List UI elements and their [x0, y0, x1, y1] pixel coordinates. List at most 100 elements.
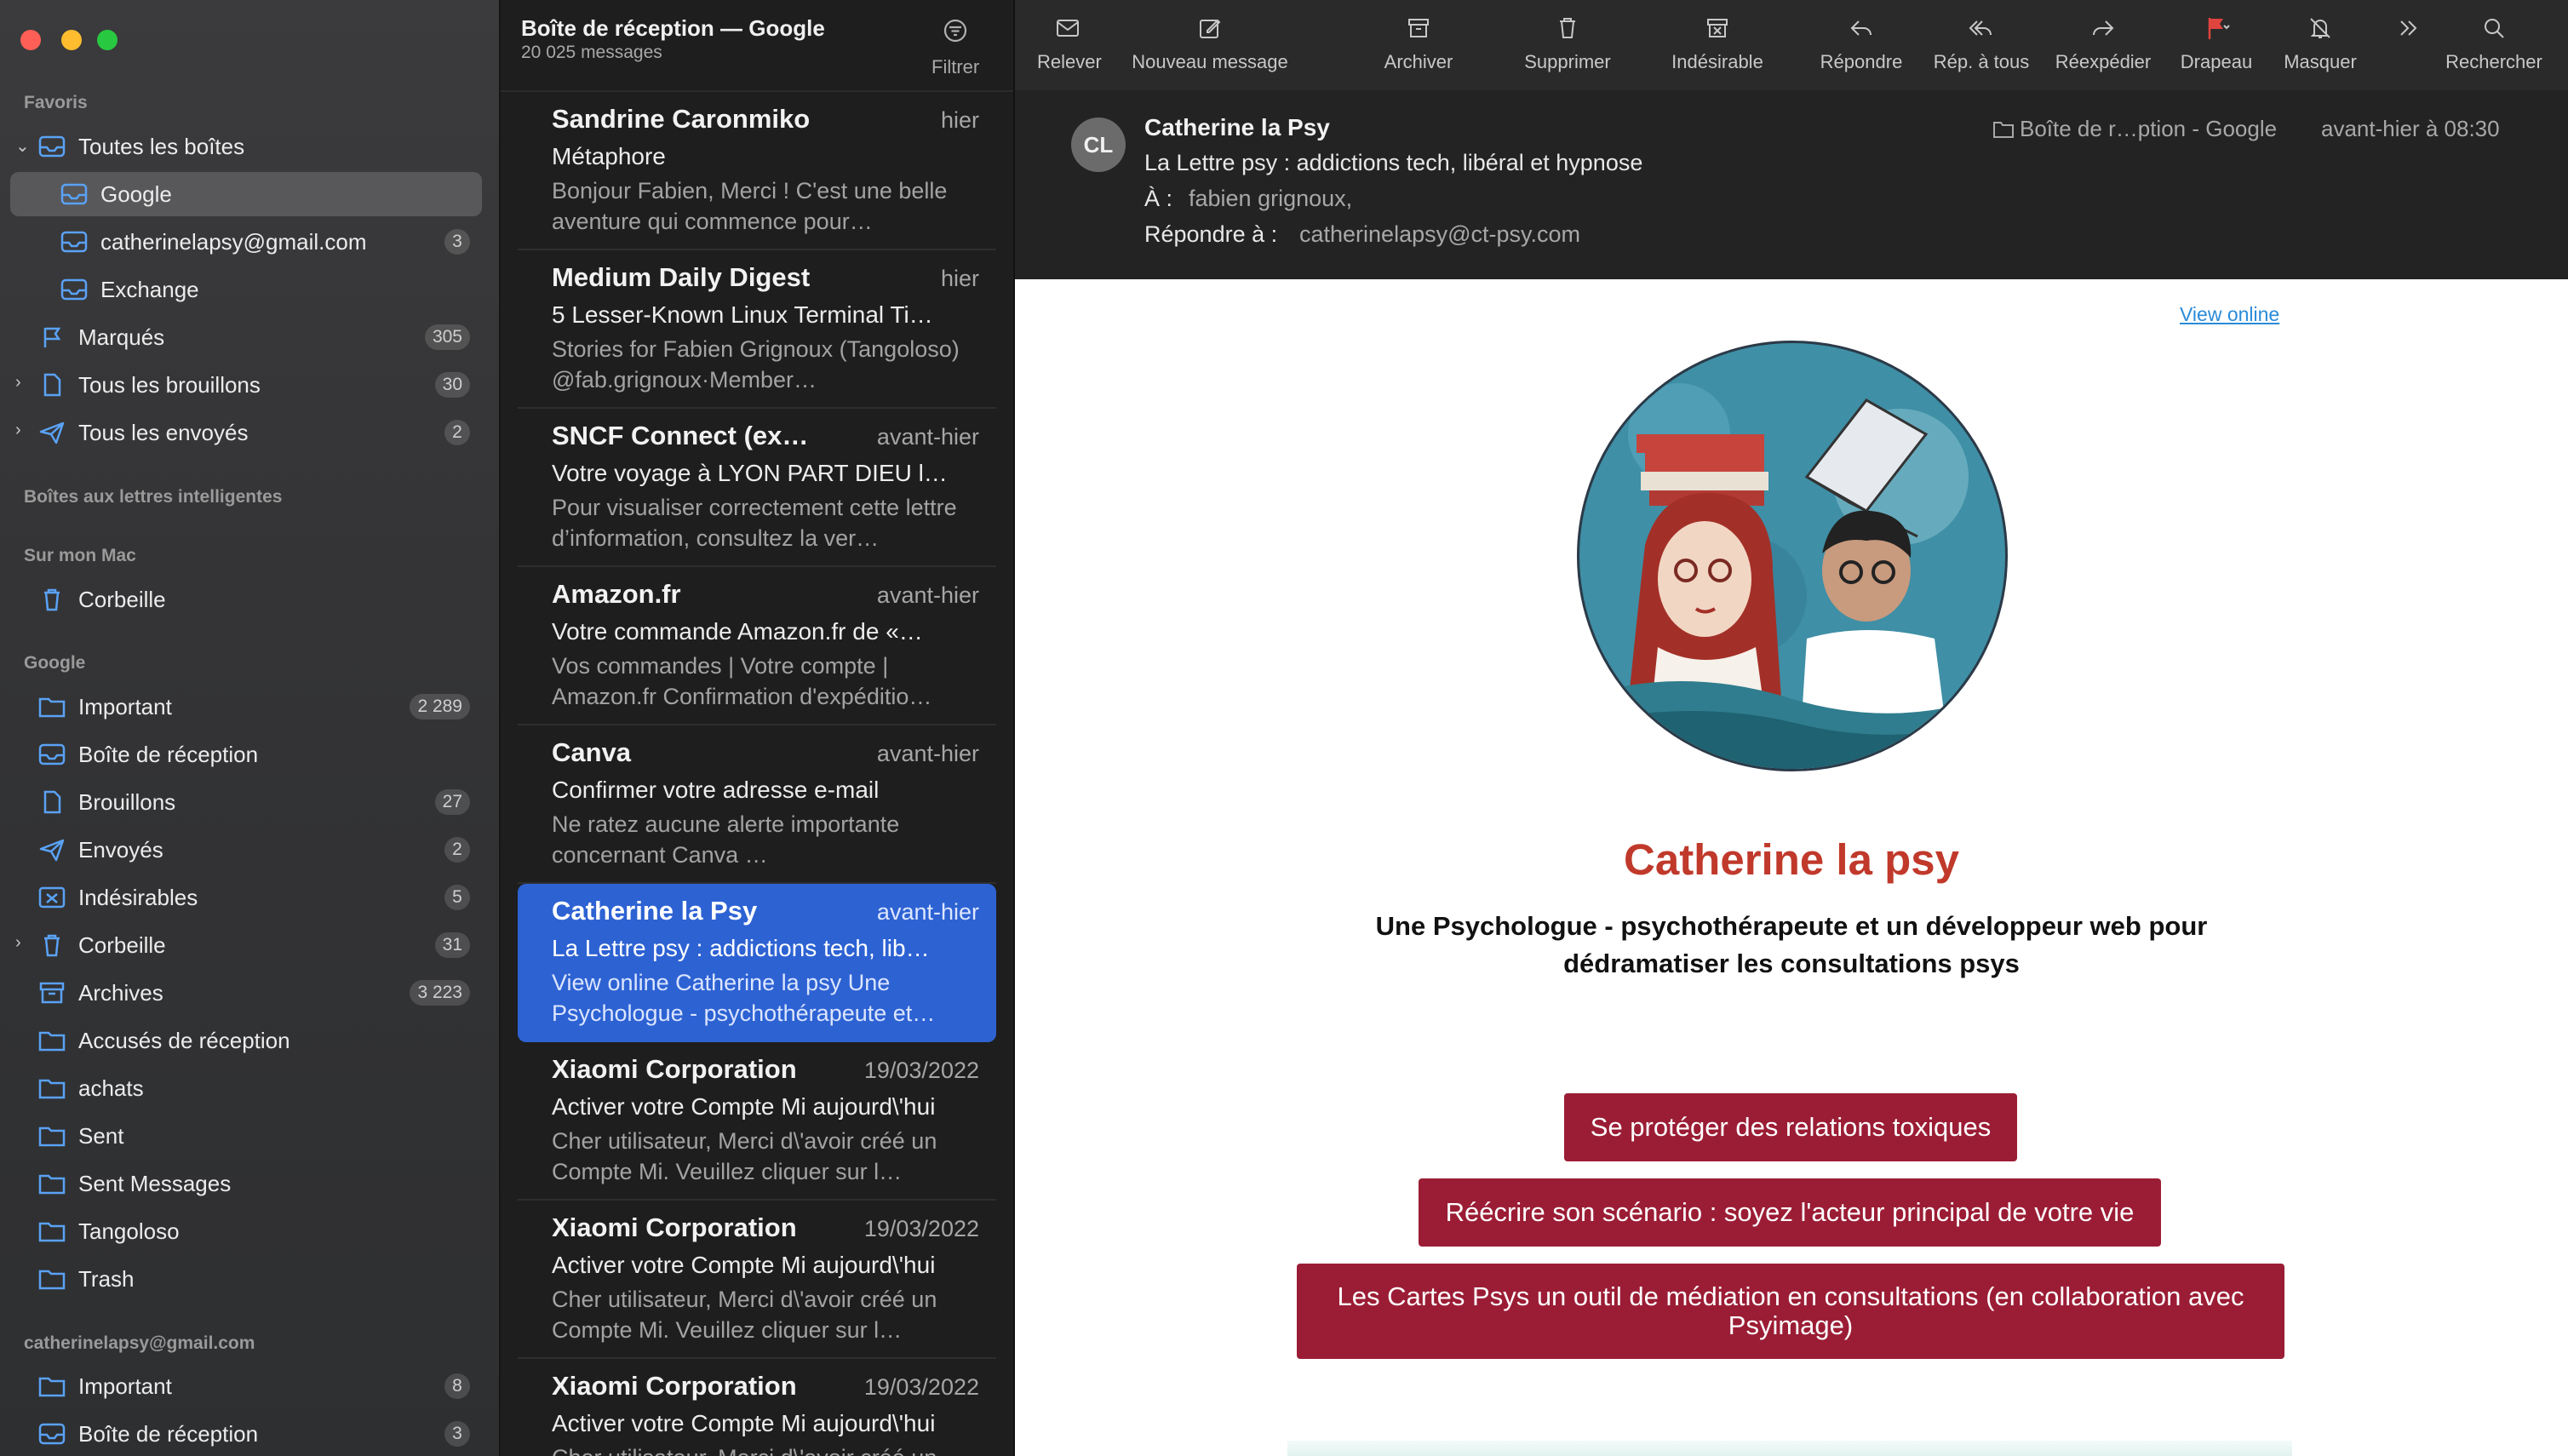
- paper-plane-icon: [37, 838, 66, 862]
- filter-icon[interactable]: [942, 17, 969, 44]
- message-row[interactable]: Medium Daily Digest hier 5 Lesser-Known …: [518, 250, 996, 409]
- sidebar-item-catherine-important[interactable]: Important 8: [10, 1364, 482, 1408]
- sidebar-item-label: Indésirables: [78, 884, 198, 910]
- filter-button[interactable]: Filtrer: [931, 56, 979, 78]
- sidebar-item-accuses[interactable]: Accusés de réception: [10, 1018, 482, 1063]
- mailbox-location[interactable]: Boîte de r…ption - Google: [2020, 116, 2277, 142]
- sidebar-item-flagged[interactable]: Marqués 305: [10, 315, 482, 359]
- minimize-window-button[interactable]: [61, 30, 82, 50]
- sidebar-item-label: Sent: [78, 1122, 124, 1149]
- reply-all-button[interactable]: Rép. à tous: [1924, 14, 2038, 73]
- forward-label: Réexpédier: [2055, 51, 2152, 72]
- sidebar-item-important[interactable]: Important 2 289: [10, 685, 482, 729]
- close-window-button[interactable]: [20, 30, 41, 50]
- sidebar-item-inbox[interactable]: Boîte de réception: [10, 732, 482, 777]
- sidebar-item-tangoloso[interactable]: Tangoloso: [10, 1209, 482, 1253]
- view-online-link[interactable]: View online: [2180, 303, 2279, 326]
- reply-all-icon: [1969, 20, 1992, 36]
- article-button-relations-toxiques[interactable]: Se protéger des relations toxiques: [1564, 1093, 2017, 1161]
- reply-button[interactable]: Répondre: [1810, 14, 1912, 73]
- message-sender: Xiaomi Corporation: [552, 1212, 797, 1242]
- junk-button[interactable]: Indésirable: [1662, 14, 1773, 73]
- sidebar-item-drafts[interactable]: Brouillons 27: [10, 780, 482, 824]
- delete-button[interactable]: Supprimer: [1512, 14, 1623, 73]
- sidebar-item-trash[interactable]: › Corbeille 31: [10, 923, 482, 967]
- search-button[interactable]: Rechercher: [2439, 14, 2549, 73]
- chevron-right-icon[interactable]: ›: [15, 934, 31, 951]
- get-mail-label: Relever: [1037, 51, 1102, 72]
- archive-label: Archiver: [1384, 51, 1453, 72]
- article-button-cartes-psys[interactable]: Les Cartes Psys un outil de médiation en…: [1297, 1264, 2284, 1359]
- message-preview: Cher utilisateur, Merci d\'avoir créé un…: [552, 1287, 937, 1343]
- message-preview: Ne ratez aucune alerte importante concer…: [552, 811, 900, 868]
- flag-button[interactable]: Drapeau: [2171, 14, 2261, 73]
- junk-icon: [1707, 19, 1728, 37]
- avatar: CL: [1071, 118, 1126, 172]
- trash-icon: [37, 588, 66, 611]
- sidebar-item-all-sent[interactable]: › Tous les envoyés 2: [10, 410, 482, 455]
- message-preview: Vos commandes | Votre compte | Amazon.fr…: [552, 653, 932, 709]
- folder-icon: [37, 1124, 66, 1148]
- message-preview: Cher utilisateur, Merci d\'avoir créé un…: [552, 1128, 937, 1184]
- maximize-window-button[interactable]: [97, 30, 118, 50]
- inbox-icon: [60, 230, 89, 254]
- message-row[interactable]: Canva avant-hier Confirmer votre adresse…: [518, 725, 996, 884]
- folder-icon: [1993, 122, 2014, 138]
- sidebar-item-catherine-inbox[interactable]: Boîte de réception 3: [10, 1412, 482, 1456]
- mailbox-title: Boîte de réception — Google: [521, 15, 825, 41]
- mute-button[interactable]: Masquer: [2273, 14, 2367, 73]
- message-preview: View online Catherine la psy Une Psychol…: [552, 970, 936, 1026]
- chevron-right-icon[interactable]: ›: [15, 374, 31, 391]
- more-toolbar-button[interactable]: [2387, 14, 2430, 51]
- message-row[interactable]: Amazon.fr avant-hier Votre commande Amaz…: [518, 567, 996, 725]
- message-preview: Bonjour Fabien, Merci ! C'est une belle …: [552, 178, 948, 234]
- sidebar-item-sent[interactable]: Envoyés 2: [10, 828, 482, 872]
- catherine-la-psy-logo-image: [1577, 341, 2008, 771]
- reply-icon: [1850, 20, 1872, 36]
- message-date: avant-hier à 08:30: [2321, 116, 2500, 141]
- message-row[interactable]: Xiaomi Corporation 19/03/2022 Activer vo…: [518, 1042, 996, 1201]
- next-section-hint: [1287, 1441, 2292, 1456]
- get-mail-button[interactable]: Relever: [1037, 14, 1102, 73]
- message-row[interactable]: SNCF Connect (ex… avant-hier Votre voyag…: [518, 409, 996, 567]
- sidebar-item-exchange[interactable]: Exchange: [10, 267, 482, 312]
- reply-to-address[interactable]: catherinelapsy@ct-psy.com: [1299, 221, 1580, 248]
- article-button-reecrire-scenario[interactable]: Réécrire son scénario : soyez l'acteur p…: [1419, 1178, 2161, 1247]
- new-message-button[interactable]: Nouveau message: [1127, 14, 1293, 73]
- sidebar-item-sent-messages[interactable]: Sent Messages: [10, 1161, 482, 1206]
- sidebar-item-junk[interactable]: Indésirables 5: [10, 875, 482, 920]
- sidebar-item-catherinelapsy[interactable]: catherinelapsy@gmail.com 3: [10, 220, 482, 264]
- sidebar-item-achats[interactable]: achats: [10, 1066, 482, 1110]
- message-subject: Votre voyage à LYON PART DIEU l…: [552, 460, 948, 486]
- sidebar-item-archives[interactable]: Archives 3 223: [10, 971, 482, 1015]
- sidebar-item-mac-trash[interactable]: Corbeille: [10, 577, 482, 622]
- sidebar-item-label: Brouillons: [78, 788, 176, 815]
- chevron-down-icon[interactable]: ⌄: [15, 138, 31, 155]
- sidebar-item-all-mailboxes[interactable]: ⌄ Toutes les boîtes: [10, 124, 482, 169]
- sidebar-item-label: Tous les brouillons: [78, 371, 261, 398]
- double-chevron-icon: [2400, 20, 2417, 36]
- message-row[interactable]: Sandrine Caronmiko hier Métaphore Bonjou…: [518, 92, 996, 250]
- count-badge: 3 223: [410, 980, 470, 1006]
- message-row-selected[interactable]: Catherine la Psy avant-hier La Lettre ps…: [518, 884, 996, 1042]
- sidebar-item-all-drafts[interactable]: › Tous les brouillons 30: [10, 363, 482, 407]
- sidebar-item-sent-folder[interactable]: Sent: [10, 1114, 482, 1158]
- message-row[interactable]: Xiaomi Corporation 19/03/2022 Activer vo…: [518, 1201, 996, 1359]
- chevron-right-icon[interactable]: ›: [15, 421, 31, 439]
- message-subject: Votre commande Amazon.fr de «…: [552, 618, 923, 645]
- sender-name[interactable]: Catherine la Psy: [1144, 114, 1330, 141]
- message-subject: La Lettre psy : addictions tech, libéral…: [1144, 150, 1643, 175]
- to-recipient[interactable]: fabien grignoux,: [1189, 186, 1352, 212]
- archive-button[interactable]: Archiver: [1366, 14, 1471, 73]
- unread-count-badge: 3: [444, 229, 470, 255]
- flag-icon: [2208, 18, 2230, 39]
- message-sender: Canva: [552, 737, 632, 767]
- sidebar-item-google[interactable]: Google: [10, 172, 482, 216]
- message-row[interactable]: Xiaomi Corporation 19/03/2022 Activer vo…: [518, 1359, 996, 1456]
- sidebar-item-label: Envoyés: [78, 836, 163, 863]
- sidebar-item-label: Boîte de réception: [78, 1420, 259, 1447]
- forward-button[interactable]: Réexpédier: [2045, 14, 2161, 73]
- message-list-header: Boîte de réception — Google 20 025 messa…: [501, 0, 1013, 92]
- mute-label: Masquer: [2284, 51, 2357, 72]
- sidebar-item-trash-folder[interactable]: Trash: [10, 1257, 482, 1301]
